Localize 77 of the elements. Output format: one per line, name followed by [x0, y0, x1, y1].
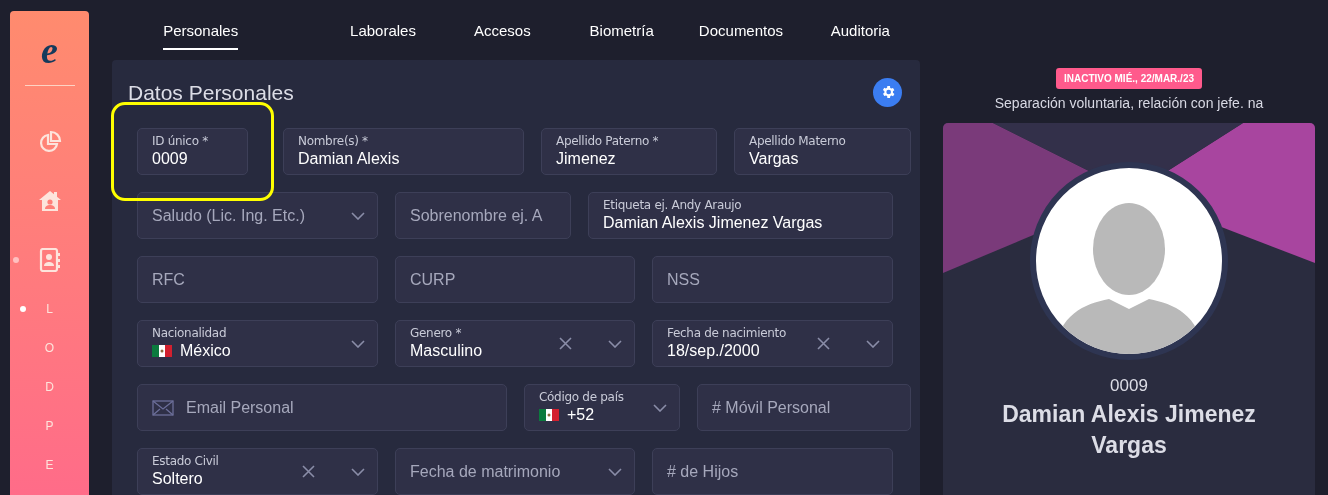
- chevron-down-icon: [608, 339, 622, 348]
- field-placeholder: # de Hijos: [667, 461, 739, 482]
- field-label: Código de país: [539, 389, 625, 404]
- field-value: Damian Alexis Jimenez Vargas: [603, 212, 823, 233]
- field-label: Nacionalidad: [152, 325, 228, 340]
- employee-name: Damian Alexis Jimenez Vargas: [1001, 399, 1257, 460]
- form-field[interactable]: Email Personal: [137, 384, 507, 431]
- field-placeholder: Fecha de matrimonio: [410, 461, 561, 482]
- tab[interactable]: Accesos: [442, 14, 562, 60]
- form-field[interactable]: ID único * 0009: [137, 128, 248, 175]
- form-field[interactable]: Apellido Materno Vargas: [734, 128, 911, 175]
- chevron-down-icon: [351, 211, 365, 220]
- chevron-down-icon: [866, 339, 880, 348]
- form-field[interactable]: Apellido Paterno * Jimenez: [541, 128, 717, 175]
- field-label: Etiqueta ej. Andy Araujo: [603, 197, 743, 212]
- home-person-icon: [37, 188, 62, 213]
- form-field[interactable]: Saludo (Lic. Ing. Etc.): [137, 192, 378, 239]
- form-field[interactable]: Fecha de matrimonio: [395, 448, 635, 495]
- form-field[interactable]: Estado Civil Soltero: [137, 448, 378, 495]
- field-placeholder: Email Personal: [186, 397, 294, 418]
- tab[interactable]: Laborales: [323, 14, 443, 60]
- mexico-flag-icon: [152, 344, 172, 357]
- field-value: México: [180, 340, 231, 361]
- field-value: 0009: [152, 148, 188, 169]
- mexico-flag-icon: [539, 408, 559, 421]
- employee-id: 0009: [1110, 375, 1148, 397]
- form-field[interactable]: CURP: [395, 256, 635, 303]
- field-placeholder: CURP: [410, 269, 456, 290]
- chevron-down-icon: [653, 403, 667, 412]
- field-label: Estado Civil: [152, 453, 220, 468]
- field-value: Masculino: [410, 340, 483, 361]
- field-label: Nombre(s) *: [298, 133, 369, 148]
- form-field[interactable]: Fecha de nacimiento 18/sep./2000: [652, 320, 893, 367]
- form-field[interactable]: Sobrenombre ej. A: [395, 192, 571, 239]
- field-label: Apellido Paterno *: [556, 133, 660, 148]
- field-value: 18/sep./2000: [667, 340, 760, 361]
- field-value: Damian Alexis: [298, 148, 400, 169]
- field-value: +52: [567, 404, 595, 425]
- tab[interactable]: Biometría: [562, 14, 682, 60]
- contact-book-icon: [38, 247, 61, 272]
- clear-icon[interactable]: [302, 465, 315, 478]
- field-value: Soltero: [152, 468, 203, 489]
- field-placeholder: Saludo (Lic. Ing. Etc.): [152, 205, 305, 226]
- chevron-down-icon: [608, 467, 622, 476]
- field-label: ID único *: [152, 133, 209, 148]
- form-field[interactable]: Código de país +52: [524, 384, 680, 431]
- form-field[interactable]: Etiqueta ej. Andy Araujo Damian Alexis Jimenez Vargas: [588, 192, 893, 239]
- form-field[interactable]: # de Hijos: [652, 448, 893, 495]
- field-placeholder: Sobrenombre ej. A: [410, 205, 543, 226]
- form-field[interactable]: # Móvil Personal: [697, 384, 911, 431]
- logo: e: [41, 31, 58, 69]
- mail-icon: [152, 399, 174, 416]
- chevron-down-icon: [351, 467, 365, 476]
- chevron-down-icon: [351, 339, 365, 348]
- form-field[interactable]: Genero * Masculino: [395, 320, 635, 367]
- clear-icon[interactable]: [559, 337, 572, 350]
- form-field[interactable]: RFC: [137, 256, 378, 303]
- tab[interactable]: Personales: [141, 14, 261, 60]
- pie-chart-icon: [37, 129, 62, 154]
- tab[interactable]: Documentos: [681, 14, 801, 60]
- field-placeholder: # Móvil Personal: [712, 397, 831, 418]
- tab[interactable]: Auditoria: [800, 14, 920, 60]
- settings-button[interactable]: [873, 77, 902, 107]
- form-field[interactable]: NSS: [652, 256, 893, 303]
- status-reason: Separación voluntaria, relación con jefe. na: [994, 94, 1264, 113]
- field-value: Vargas: [749, 148, 799, 169]
- field-value: Jimenez: [556, 148, 616, 169]
- form-field[interactable]: Nacionalidad México: [137, 320, 378, 367]
- field-label: Genero *: [410, 325, 463, 340]
- section-title: Datos Personales: [128, 79, 294, 106]
- field-label: Fecha de nacimiento: [667, 325, 788, 340]
- field-label: Apellido Materno: [749, 133, 847, 148]
- form-field[interactable]: Nombre(s) * Damian Alexis: [283, 128, 524, 175]
- clear-icon[interactable]: [817, 337, 830, 350]
- field-placeholder: RFC: [152, 269, 185, 290]
- field-placeholder: NSS: [667, 269, 700, 290]
- status-badge: INACTIVO MIÉ., 22/MAR./23: [1056, 68, 1202, 89]
